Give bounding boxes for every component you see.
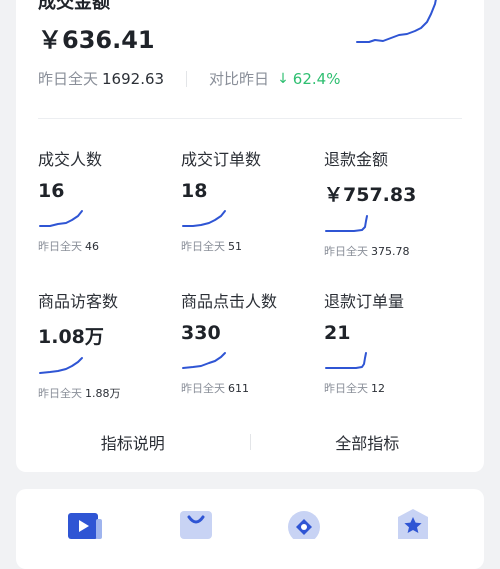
- summary-compare: 昨日全天 1692.63 对比昨日 ↓ 62.4%: [38, 68, 340, 89]
- metric-foot: 昨日全天 1.88万: [38, 385, 181, 401]
- shopping-bag-icon[interactable]: [178, 509, 214, 539]
- metric-refund-amount[interactable]: 退款金额 ￥757.83 昨日全天 375.78: [324, 146, 467, 266]
- yesterday-label: 昨日全天: [38, 70, 99, 88]
- metric-orders[interactable]: 成交订单数 18 昨日全天 51: [181, 146, 324, 266]
- metric-sparkline: [39, 210, 83, 227]
- yesterday-value: 1692.63: [102, 69, 165, 88]
- metric-sparkline: [325, 215, 368, 232]
- metric-label: 商品点击人数: [181, 292, 278, 311]
- metric-foot: 昨日全天 12: [324, 380, 467, 396]
- summary-title: 成交金额: [38, 0, 110, 13]
- metric-clicks[interactable]: 商品点击人数 330 昨日全天 611: [181, 288, 324, 408]
- metric-label: 退款订单量: [324, 292, 405, 311]
- metric-label: 退款金额: [324, 150, 389, 169]
- metric-value: ￥757.83: [324, 184, 417, 206]
- foot-value: 611: [228, 382, 249, 395]
- metric-value: 16: [38, 180, 65, 202]
- metric-visitors[interactable]: 商品访客数 1.08万 昨日全天 1.88万: [38, 288, 181, 408]
- section-divider: [38, 118, 462, 119]
- all-indicators-link[interactable]: 全部指标: [251, 430, 485, 454]
- foot-value: 12: [371, 382, 385, 395]
- indicator-desc-link[interactable]: 指标说明: [16, 430, 250, 454]
- metric-label: 商品访客数: [38, 292, 119, 311]
- metric-value: 1.08万: [38, 326, 104, 348]
- foot-label: 昨日全天: [324, 382, 368, 395]
- foot-label: 昨日全天: [181, 382, 225, 395]
- metric-value: 330: [181, 322, 221, 344]
- location-pin-icon[interactable]: [286, 509, 322, 539]
- metric-grid: 成交人数 16 昨日全天 46 成交订单数 18 昨日全天 51 退款金额 ￥757…: [38, 146, 478, 408]
- metric-sparkline: [325, 352, 367, 369]
- summary-divider: [186, 70, 188, 87]
- metric-refund-orders[interactable]: 退款订单量 21 昨日全天 12: [324, 288, 467, 408]
- foot-value: 1.88万: [85, 387, 121, 400]
- foot-value: 375.78: [371, 245, 410, 258]
- metric-label: 成交人数: [38, 150, 103, 169]
- indicator-links: 指标说明 全部指标: [16, 428, 484, 456]
- foot-label: 昨日全天: [38, 240, 82, 253]
- metric-foot: 昨日全天 611: [181, 380, 324, 396]
- metric-sparkline: [39, 357, 83, 374]
- metric-foot: 昨日全天 375.78: [324, 243, 467, 259]
- metric-foot: 昨日全天 51: [181, 238, 324, 254]
- foot-value: 46: [85, 240, 99, 253]
- metric-value: 18: [181, 180, 208, 202]
- foot-label: 昨日全天: [324, 245, 368, 258]
- metric-label: 成交订单数: [181, 150, 262, 169]
- metric-buyers[interactable]: 成交人数 16 昨日全天 46: [38, 146, 181, 266]
- foot-value: 51: [228, 240, 242, 253]
- foot-label: 昨日全天: [38, 387, 82, 400]
- metric-sparkline: [182, 352, 226, 369]
- metric-foot: 昨日全天 46: [38, 238, 181, 254]
- arrow-down-icon: ↓: [277, 70, 289, 87]
- summary-sparkline: [356, 0, 437, 43]
- video-icon[interactable]: [66, 509, 102, 539]
- metric-value: 21: [324, 322, 351, 344]
- change-value: 62.4%: [292, 69, 341, 88]
- compare-label: 对比昨日: [209, 70, 270, 88]
- metric-sparkline: [182, 210, 226, 227]
- star-badge-icon[interactable]: [395, 509, 431, 539]
- summary-value: ￥636.41: [38, 26, 155, 54]
- foot-label: 昨日全天: [181, 240, 225, 253]
